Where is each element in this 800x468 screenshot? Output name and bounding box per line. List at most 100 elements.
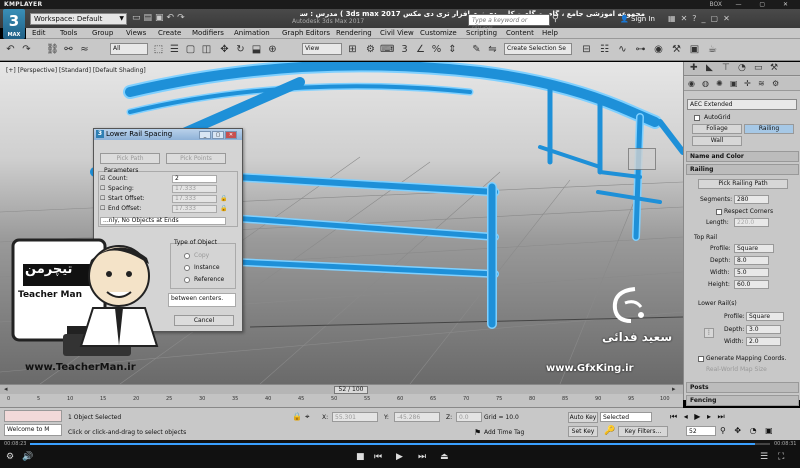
x-coordinate-field[interactable]: 55.301 xyxy=(332,412,378,422)
place-icon[interactable]: ⊕ xyxy=(266,43,279,56)
redo-icon[interactable]: ↷ xyxy=(177,13,188,23)
menu-scripting[interactable]: Scripting xyxy=(466,29,497,37)
edit-named-sets-icon[interactable]: ✎ xyxy=(470,43,483,56)
top-rail-depth-field[interactable]: 8.0 xyxy=(734,256,769,265)
maximize-icon[interactable]: ▢ xyxy=(212,131,224,139)
menu-views[interactable]: Views xyxy=(126,29,146,37)
stop-icon[interactable]: ■ xyxy=(356,452,365,462)
select-object-icon[interactable]: ⬚ xyxy=(152,43,165,56)
top-rail-width-field[interactable]: 5.0 xyxy=(734,268,769,277)
menu-customize[interactable]: Customize xyxy=(420,29,457,37)
motion-tab-icon[interactable]: ◔ xyxy=(738,63,746,73)
railing-button[interactable]: Railing xyxy=(744,124,794,134)
systems-icon[interactable]: ⚙ xyxy=(772,79,779,88)
player-window-controls[interactable]: — ▢ ✕ xyxy=(735,1,796,8)
maxscript-mini-listener[interactable] xyxy=(4,410,62,422)
playback-controls[interactable]: ⏮ ◂ ▶ ▸ ⏭ xyxy=(670,412,727,422)
maximize-icon[interactable]: ▢ xyxy=(711,14,724,23)
help-icon[interactable]: ? xyxy=(692,14,701,23)
mirror-icon[interactable]: ⇋ xyxy=(486,43,499,56)
reference-coordinate-dropdown[interactable]: View xyxy=(302,43,342,55)
title-right-icons[interactable]: ▦✕?_▢✕ xyxy=(668,14,735,23)
viewport-nav-controls[interactable]: ⚲ ✥ ◔ ▣ xyxy=(720,426,776,435)
reference-radio[interactable] xyxy=(184,277,190,283)
time-slider-thumb[interactable]: 52 / 100 xyxy=(334,386,368,394)
auto-key-button[interactable]: Auto Key xyxy=(568,412,598,423)
exchange-icon[interactable]: ✕ xyxy=(681,14,693,23)
cart-icon[interactable]: ▦ xyxy=(668,14,681,23)
minimize-icon[interactable]: _ xyxy=(702,14,711,23)
top-rail-height-field[interactable]: 60.0 xyxy=(734,280,769,289)
cameras-icon[interactable]: ▣ xyxy=(730,79,738,88)
generate-mapping-checkbox[interactable] xyxy=(698,356,704,362)
dialog-title-bar[interactable]: 3 Lower Rail Spacing _ ▢ ✕ xyxy=(94,129,242,140)
pick-railing-path-button[interactable]: Pick Railing Path xyxy=(698,179,788,189)
pivot-center-icon[interactable]: ⊞ xyxy=(346,43,359,56)
posts-rollout[interactable]: Posts xyxy=(686,382,799,393)
percent-snap-icon[interactable]: % xyxy=(430,43,443,56)
display-tab-icon[interactable]: ▭ xyxy=(754,63,763,73)
playlist-icon[interactable]: ☰ xyxy=(760,452,768,462)
volume-icon[interactable]: 🔊 xyxy=(22,452,33,462)
menu-create[interactable]: Create xyxy=(158,29,181,37)
add-time-tag[interactable]: Add Time Tag xyxy=(484,429,524,436)
create-selection-set-dropdown[interactable]: Create Selection Se xyxy=(504,43,572,55)
close-icon[interactable]: ✕ xyxy=(225,131,237,139)
quick-access-toolbar[interactable]: ▭▤▣↶↷ xyxy=(132,13,188,23)
select-manipulate-icon[interactable]: ⚙ xyxy=(364,43,377,56)
link-icon[interactable]: ⛓ xyxy=(46,43,59,56)
utilities-tab-icon[interactable]: ⚒ xyxy=(770,63,778,73)
pick-points-button[interactable]: Pick Points xyxy=(166,153,226,164)
settings-icon[interactable]: ⚙ xyxy=(6,452,14,462)
rendered-frame-icon[interactable]: ▣ xyxy=(688,43,701,56)
fullscreen-icon[interactable]: ⛶ xyxy=(778,452,784,462)
window-crossing-icon[interactable]: ◫ xyxy=(200,43,213,56)
absolute-mode-icon[interactable]: ⌖ xyxy=(305,412,310,422)
previous-icon[interactable]: ⏮ xyxy=(374,452,382,462)
move-icon[interactable]: ✥ xyxy=(218,43,231,56)
selection-filter-dropdown[interactable]: All xyxy=(110,43,148,55)
undo-icon[interactable]: ↶ xyxy=(167,13,178,23)
hierarchy-tab-icon[interactable]: ⊤ xyxy=(722,63,730,73)
render-setup-icon[interactable]: ⚒ xyxy=(670,43,683,56)
lower-rails-profile-dropdown[interactable]: Square xyxy=(746,312,784,321)
menu-content[interactable]: Content xyxy=(506,29,534,37)
menu-graph-editors[interactable]: Graph Editors xyxy=(282,29,330,37)
wall-button[interactable]: Wall xyxy=(692,136,742,146)
next-frame-icon[interactable]: ▸ xyxy=(672,385,676,393)
render-icon[interactable]: ☕ xyxy=(706,43,719,56)
start-offset-checkbox-icon[interactable]: ☐ xyxy=(100,195,105,202)
count-field[interactable]: 2 xyxy=(172,175,217,183)
railing-rollout[interactable]: Railing xyxy=(686,164,799,175)
shapes-icon[interactable]: ◍ xyxy=(702,79,709,88)
save-icon[interactable]: ▣ xyxy=(155,13,167,23)
top-rail-profile-dropdown[interactable]: Square xyxy=(734,244,774,253)
time-tag-icon[interactable]: ⚑ xyxy=(474,428,481,437)
copy-radio[interactable] xyxy=(184,253,190,259)
respect-corners-checkbox[interactable] xyxy=(716,209,722,215)
menu-modifiers[interactable]: Modifiers xyxy=(192,29,224,37)
geometry-icon[interactable]: ◉ xyxy=(688,79,695,88)
helpers-icon[interactable]: ✛ xyxy=(744,79,751,88)
scale-icon[interactable]: ⬓ xyxy=(250,43,263,56)
menu-group[interactable]: Group xyxy=(92,29,113,37)
lower-rails-width-field[interactable]: 2.0 xyxy=(746,337,781,346)
menu-edit[interactable]: Edit xyxy=(32,29,46,37)
length-field[interactable]: 220.0 xyxy=(734,218,769,227)
search-input[interactable]: Type a keyword or phrase xyxy=(468,14,550,31)
foliage-button[interactable]: Foliage xyxy=(692,124,742,134)
key-mode-dropdown[interactable]: Selected xyxy=(600,412,652,422)
bind-space-warp-icon[interactable]: ≈ xyxy=(78,43,91,56)
current-frame-field[interactable]: 52 xyxy=(686,426,716,436)
key-icon[interactable]: 🔑 xyxy=(604,426,615,436)
material-editor-icon[interactable]: ◉ xyxy=(652,43,665,56)
align-icon[interactable]: ⊟ xyxy=(580,43,593,56)
next-icon[interactable]: ⏭ xyxy=(418,452,426,462)
lock-icon[interactable]: 🔒 xyxy=(220,195,227,202)
start-offset-field[interactable]: 17.333 xyxy=(172,195,217,203)
menu-rendering[interactable]: Rendering xyxy=(336,29,372,37)
end-offset-checkbox-icon[interactable]: ☐ xyxy=(100,205,105,212)
play-icon[interactable]: ▶ xyxy=(396,452,403,462)
space-warps-icon[interactable]: ≋ xyxy=(758,79,765,88)
maxscript-input[interactable]: Welcome to M xyxy=(4,424,62,436)
